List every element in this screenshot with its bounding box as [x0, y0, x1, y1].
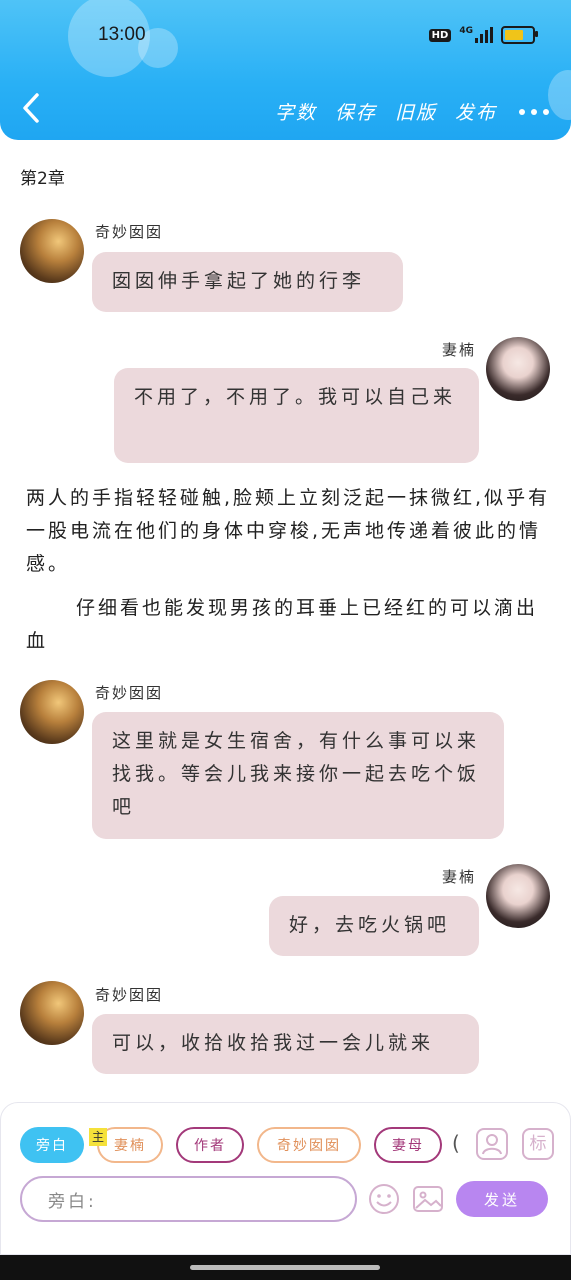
old-version-button[interactable]: 旧版	[395, 98, 437, 125]
status-time: 13:00	[98, 24, 146, 45]
speaker-name: 奇妙囡囡	[95, 986, 164, 1004]
header-nav: 字数 保存 旧版 发布	[275, 98, 549, 125]
battery-icon	[501, 26, 538, 44]
avatar[interactable]	[20, 219, 84, 283]
tag-icon[interactable]: 标	[522, 1128, 554, 1160]
decor-bubble	[548, 70, 571, 120]
avatar[interactable]	[486, 864, 550, 928]
role-chip-qimu[interactable]: 妻母	[374, 1127, 442, 1163]
speaker-name: 奇妙囡囡	[95, 223, 164, 241]
image-icon[interactable]	[412, 1183, 444, 1215]
avatar[interactable]	[20, 680, 84, 744]
message-bubble[interactable]: 囡囡伸手拿起了她的行李	[92, 252, 403, 312]
message-bubble[interactable]: 不用了，不用了。我可以自己来	[114, 368, 479, 463]
message-bubble[interactable]: 这里就是女生宿舍，有什么事可以来找我。等会儿我来接你一起去吃个饭吧	[92, 712, 504, 839]
avatar[interactable]	[486, 337, 550, 401]
more-dots-icon[interactable]	[519, 108, 549, 115]
speaker-name: 奇妙囡囡	[95, 684, 164, 702]
narration-text[interactable]: 仔细看也能发现男孩的耳垂上已经红的可以滴出血	[26, 592, 551, 658]
role-chip-narrator[interactable]: 旁白	[20, 1127, 84, 1163]
role-chip-qimiao[interactable]: 奇妙囡囡	[257, 1127, 361, 1163]
signal-icon	[475, 27, 493, 43]
hd-icon: HD	[428, 28, 452, 42]
main-role-badge: 主	[89, 1128, 107, 1146]
word-count-button[interactable]: 字数	[275, 98, 317, 125]
network-label: 4G	[459, 26, 473, 36]
message-input[interactable]: 旁白:	[20, 1176, 357, 1222]
role-chip-partial[interactable]: (	[452, 1131, 460, 1155]
publish-button[interactable]: 发布	[455, 98, 497, 125]
message-bubble[interactable]: 可以，收拾收拾我过一会儿就来	[92, 1014, 479, 1074]
home-indicator[interactable]	[190, 1265, 380, 1270]
save-button[interactable]: 保存	[335, 98, 377, 125]
emoji-icon[interactable]	[367, 1182, 401, 1216]
top-header: 13:00 HD 4G 字数 保存 旧版 发布	[0, 0, 571, 140]
chevron-left-icon[interactable]	[20, 92, 42, 124]
speaker-name: 妻楠	[442, 341, 477, 359]
narration-text[interactable]: 两人的手指轻轻碰触,脸颊上立刻泛起一抹微红,似乎有一股电流在他们的身体中穿梭,无…	[26, 482, 551, 581]
send-button[interactable]: 发送	[456, 1181, 548, 1217]
message-bubble[interactable]: 好，去吃火锅吧	[269, 896, 479, 956]
person-icon[interactable]	[476, 1128, 508, 1160]
speaker-name: 妻楠	[442, 868, 477, 886]
chapter-title[interactable]: 第2章	[20, 164, 65, 189]
role-chip-author[interactable]: 作者	[176, 1127, 244, 1163]
avatar[interactable]	[20, 981, 84, 1045]
status-icons: HD 4G	[428, 26, 538, 44]
